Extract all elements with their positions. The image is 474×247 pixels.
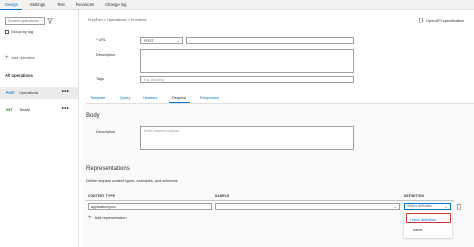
sample-select[interactable]: ⌄: [215, 203, 400, 210]
operation-item-operationa[interactable]: POST OperationA •••: [0, 87, 78, 99]
more-options-icon[interactable]: •••: [62, 106, 69, 112]
openapi-spec-link[interactable]: {} OpenAPI specification: [418, 17, 465, 24]
group-by-tag-checkbox[interactable]: [5, 30, 9, 34]
description-textarea[interactable]: [140, 49, 354, 73]
http-method-select[interactable]: POST ⌄: [140, 37, 183, 44]
search-box[interactable]: [5, 17, 45, 25]
more-options-icon[interactable]: •••: [62, 89, 69, 95]
column-header-sample: SAMPLE: [215, 194, 230, 198]
definition-placeholder: Select definition: [407, 204, 433, 208]
request-sub-tabs: Template Query Headers Request Responses: [86, 95, 474, 103]
group-by-tag-label: Group by tag: [11, 30, 33, 34]
method-value: POST: [144, 39, 154, 43]
url-label: *URL: [96, 38, 107, 42]
all-operations-heading: All operations: [5, 73, 33, 78]
chevron-down-icon: ⌄: [176, 38, 180, 43]
tab-settings[interactable]: Settings: [30, 2, 45, 7]
filter-icon[interactable]: [47, 18, 53, 24]
group-by-tag-row[interactable]: Group by tag: [5, 29, 33, 35]
breadcrumb: FuryFun > OperationA > Frontend: [88, 17, 147, 22]
highlight-box: [406, 213, 451, 223]
search-input[interactable]: [6, 18, 44, 24]
tab-responses[interactable]: Responses: [200, 96, 219, 100]
add-operation-label: Add operation: [11, 56, 36, 60]
definition-select[interactable]: Select definition ⌄: [404, 203, 451, 210]
header-divider: [86, 200, 454, 201]
tab-template[interactable]: Template: [90, 96, 105, 100]
method-badge: POST: [6, 91, 15, 95]
tab-design[interactable]: Design: [5, 2, 18, 7]
definition-option-name[interactable]: name: [413, 228, 423, 232]
body-heading: Body: [86, 113, 100, 119]
add-operation-button[interactable]: + Add operation: [5, 55, 35, 61]
add-representation-label: Add representation: [94, 216, 127, 220]
openapi-spec-label: OpenAPI specification: [426, 17, 465, 23]
tags-input[interactable]: e.g. Booking: [140, 76, 354, 83]
top-tab-bar: Design Settings Test Revisions Change lo…: [0, 0, 474, 10]
body-description-label: Description: [96, 130, 115, 134]
content-type-input[interactable]: application/json: [88, 203, 212, 210]
svg-text:{}: {}: [418, 18, 424, 23]
trash-icon[interactable]: [456, 203, 462, 210]
chevron-down-icon: ⌄: [393, 204, 397, 209]
braces-icon: {}: [418, 18, 424, 23]
operation-name: TestAll: [19, 108, 31, 112]
tab-request[interactable]: Request: [172, 96, 186, 100]
operations-sidebar: Group by tag + Add operation All operati…: [0, 10, 79, 247]
plus-icon: +: [88, 215, 92, 221]
tab-headers[interactable]: Headers: [143, 96, 157, 100]
tab-change-log[interactable]: Change log: [105, 2, 126, 7]
column-header-content-type: CONTENT TYPE: [88, 194, 116, 198]
representations-description: Define request content types, examples, …: [86, 179, 179, 183]
url-template-input[interactable]: /: [186, 37, 354, 44]
column-header-definition: DEFINITION: [404, 194, 425, 198]
add-representation-button[interactable]: + Add representation: [88, 215, 127, 221]
plus-icon: +: [5, 55, 9, 61]
operation-item-testall[interactable]: GET TestAll •••: [0, 104, 78, 116]
chevron-down-icon: ⌄: [444, 204, 448, 209]
operation-name: OperationA: [19, 91, 39, 95]
tab-revisions[interactable]: Revisions: [76, 2, 94, 7]
representations-heading: Representations: [86, 166, 130, 172]
tags-label: Tags: [96, 77, 105, 81]
description-label: Description: [96, 53, 115, 57]
method-badge: GET: [6, 108, 13, 112]
body-description-textarea[interactable]: Enter request payload: [140, 126, 354, 150]
tab-test[interactable]: Test: [57, 2, 65, 7]
tab-query[interactable]: Query: [120, 96, 130, 100]
